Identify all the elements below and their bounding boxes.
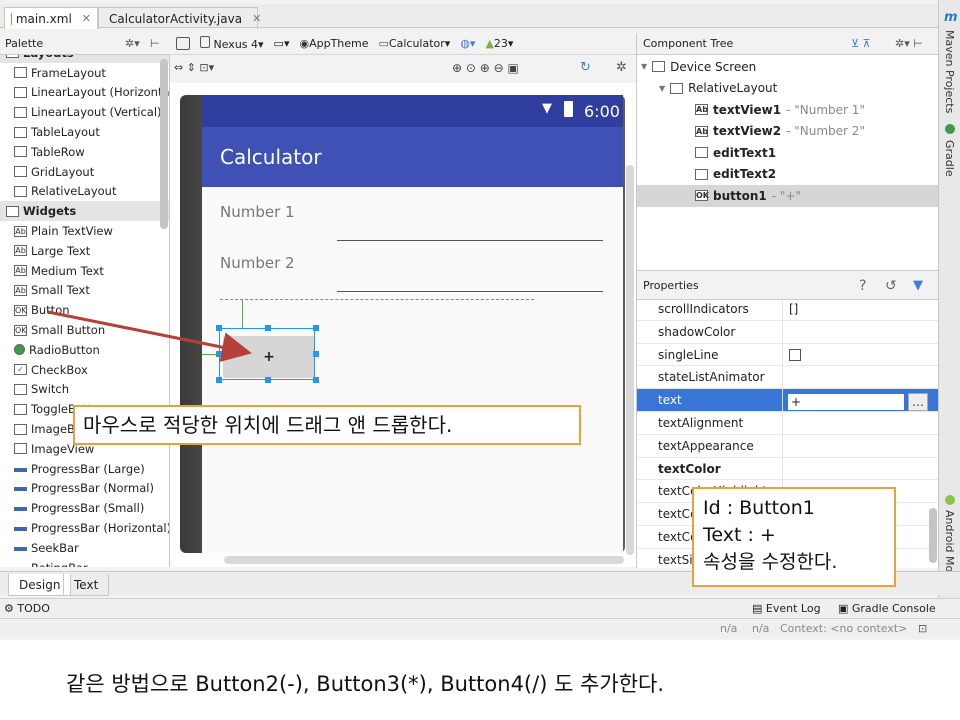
drag-instruction-callout: 마우스로 적당한 위치에 드래그 앤 드롭한다. [73, 405, 581, 445]
slide-caption: 같은 방법으로 Button2(-), Button3(*), Button4(… [66, 672, 665, 696]
callout-text-line: Text : + [703, 524, 776, 546]
callout-id-line: Id : Button1 [703, 497, 815, 519]
android-studio-window: main.xml ✕ CalculatorActivity.java ✕ m M… [0, 0, 960, 640]
callout-edit-line: 속성을 수정한다. [703, 551, 838, 573]
edit-properties-callout: Id : Button1 Text : + 속성을 수정한다. [692, 487, 896, 587]
